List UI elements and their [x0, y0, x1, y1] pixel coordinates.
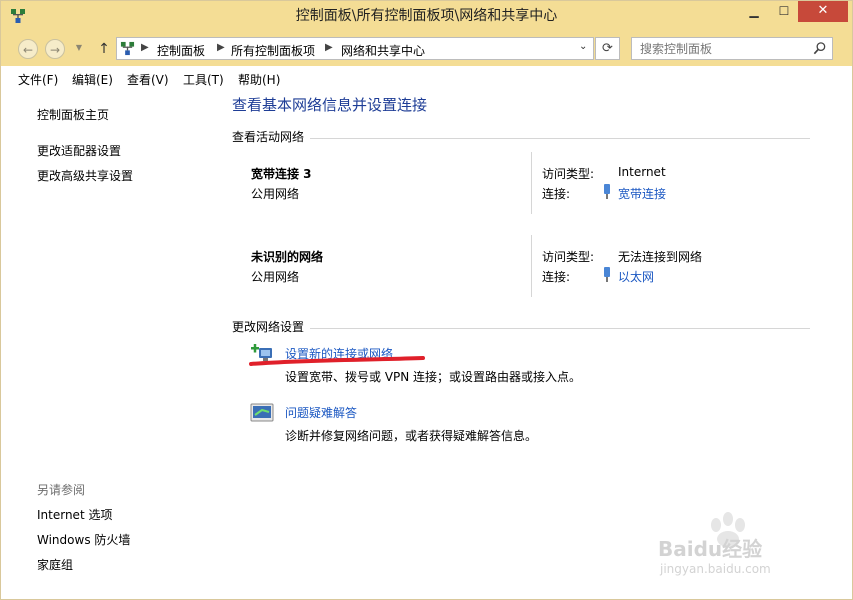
menu-edit[interactable]: 编辑(E) — [72, 71, 113, 88]
connection-icon — [604, 184, 610, 199]
minimize-button[interactable]: ▁ — [740, 0, 768, 22]
forward-button[interactable]: → — [45, 39, 65, 59]
close-button[interactable]: ✕ — [798, 0, 848, 22]
chevron-down-icon[interactable]: ⌄ — [579, 41, 587, 52]
maximize-button[interactable]: ☐ — [770, 0, 798, 22]
connection-label: 连接: — [542, 187, 571, 201]
connection-link[interactable]: 宽带连接 — [618, 185, 666, 202]
search-input[interactable] — [640, 41, 805, 56]
active-networks-heading: 查看活动网络 — [232, 130, 305, 144]
breadcrumb-network-center[interactable]: 网络和共享中心 — [341, 42, 425, 59]
network-type[interactable]: 公用网络 — [251, 185, 299, 202]
troubleshoot-link[interactable]: 问题疑难解答 — [285, 404, 357, 421]
sidebar-item-adapter-settings[interactable]: 更改适配器设置 — [37, 142, 121, 159]
divider — [531, 152, 532, 214]
search-icon[interactable] — [812, 41, 827, 56]
breadcrumb-separator-icon[interactable]: ▶ — [141, 42, 149, 53]
network-name: 宽带连接 3 — [251, 167, 312, 181]
connection-link[interactable]: 以太网 — [618, 268, 654, 285]
search-box[interactable] — [631, 37, 833, 60]
refresh-button[interactable]: ⟳ — [595, 37, 620, 60]
page-title: 查看基本网络信息并设置连接 — [232, 96, 428, 114]
sidebar-item-firewall[interactable]: Windows 防火墙 — [37, 531, 130, 548]
ethernet-icon — [604, 267, 610, 282]
breadcrumb-separator-icon[interactable]: ▶ — [217, 42, 225, 53]
see-also-heading: 另请参阅 — [37, 483, 86, 497]
change-settings-heading: 更改网络设置 — [232, 320, 305, 334]
access-type-label: 访问类型: — [542, 167, 595, 181]
sidebar-item-home[interactable]: 控制面板主页 — [37, 106, 109, 123]
troubleshoot-icon — [250, 403, 274, 422]
network-type[interactable]: 公用网络 — [251, 268, 299, 285]
access-type-value: Internet — [618, 165, 666, 179]
connection-label: 连接: — [542, 270, 571, 284]
divider — [310, 328, 810, 329]
address-bar[interactable]: ▶ 控制面板 ▶ 所有控制面板项 ▶ 网络和共享中心 ⌄ — [116, 37, 594, 60]
breadcrumb-separator-icon[interactable]: ▶ — [325, 42, 333, 53]
back-button[interactable]: ← — [18, 39, 38, 59]
recent-locations-icon[interactable]: ▼ — [73, 42, 85, 54]
network-name: 未识别的网络 — [251, 250, 324, 264]
red-annotation-underline — [249, 356, 425, 366]
sidebar-item-advanced-sharing[interactable]: 更改高级共享设置 — [37, 167, 133, 184]
breadcrumb-all-items[interactable]: 所有控制面板项 — [231, 42, 315, 59]
access-type-value: 无法连接到网络 — [618, 250, 703, 264]
window-title: 控制面板\所有控制面板项\网络和共享中心 — [295, 8, 558, 24]
access-type-label: 访问类型: — [542, 250, 595, 264]
control-panel-icon — [120, 41, 135, 56]
menu-file[interactable]: 文件(F) — [18, 71, 58, 88]
menu-view[interactable]: 查看(V) — [127, 71, 169, 88]
troubleshoot-description: 诊断并修复网络问题，或者获得疑难解答信息。 — [285, 429, 538, 443]
menu-help[interactable]: 帮助(H) — [238, 71, 280, 88]
menu-tools[interactable]: 工具(T) — [183, 71, 224, 88]
divider — [531, 235, 532, 297]
sidebar-item-homegroup[interactable]: 家庭组 — [37, 556, 73, 573]
breadcrumb-control-panel[interactable]: 控制面板 — [157, 42, 205, 59]
watermark-brand: Baidu经验 — [658, 537, 763, 561]
setup-new-connection-description: 设置宽带、拨号或 VPN 连接；或设置路由器或接入点。 — [285, 370, 582, 384]
divider — [310, 138, 810, 139]
sidebar-item-internet-options[interactable]: Internet 选项 — [37, 506, 112, 523]
watermark-url: jingyan.baidu.com — [660, 562, 771, 576]
up-button[interactable]: ↑ — [95, 39, 113, 59]
